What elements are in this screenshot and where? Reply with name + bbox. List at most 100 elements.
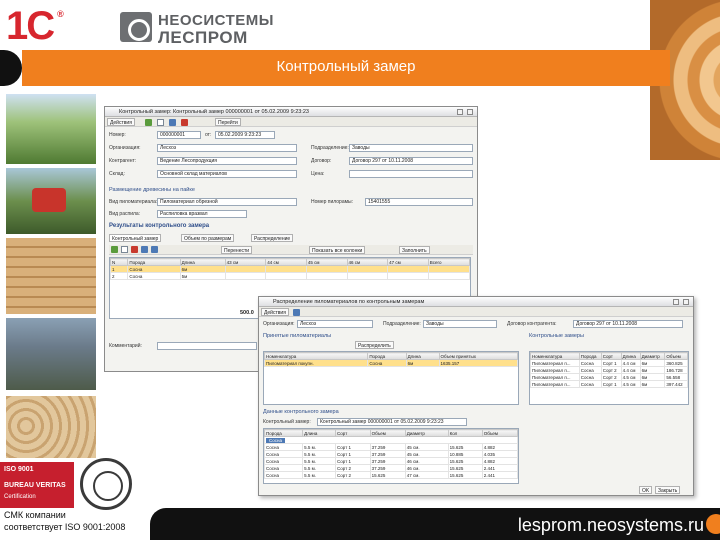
actions-menu[interactable]: Действия: [107, 118, 135, 126]
tab-distribution[interactable]: Распределение: [251, 234, 294, 242]
close-button[interactable]: [683, 299, 689, 305]
col-species[interactable]: Порода: [263, 429, 304, 437]
org-field[interactable]: Лесхоз: [297, 320, 373, 328]
delete-row-icon[interactable]: [131, 246, 138, 253]
col-species[interactable]: Порода: [127, 258, 181, 266]
table-row[interactable]: Пиломатериал покупн. Сосна 6м 1635.157: [263, 359, 519, 367]
col-45[interactable]: 45 см: [305, 258, 348, 266]
bureau-veritas-seal-icon: [80, 458, 132, 510]
date-field[interactable]: 05.02.2009 9:23:23: [215, 131, 275, 139]
copy-row-icon[interactable]: [121, 246, 128, 253]
dept-field[interactable]: Заводы: [423, 320, 497, 328]
tab-control-measure[interactable]: Контрольный замер: [109, 234, 162, 242]
copy-icon[interactable]: [157, 119, 164, 126]
col-total[interactable]: Всего: [427, 258, 471, 266]
move-up-icon[interactable]: [141, 246, 148, 253]
add-row-icon[interactable]: [111, 246, 118, 253]
col-volume[interactable]: Объем: [369, 429, 406, 437]
col-species[interactable]: Порода: [367, 352, 407, 360]
col-46[interactable]: 46 см: [346, 258, 389, 266]
table-row[interactable]: 2 Сосна 5м: [109, 272, 471, 280]
col-diameter[interactable]: Диаметр: [404, 429, 449, 437]
col-species[interactable]: Порода: [578, 352, 602, 360]
org-field[interactable]: Лесхоз: [157, 144, 297, 152]
contract-field[interactable]: Договор 297 от 10.11.2008: [573, 320, 683, 328]
col-length[interactable]: Длина: [179, 258, 226, 266]
warehouse-field[interactable]: Основной склад материалов: [157, 170, 297, 178]
move-button[interactable]: Перенести: [221, 246, 253, 254]
footer-url: lesprom.neosystems.ru: [517, 515, 704, 535]
cell: [224, 272, 267, 280]
cell: 5м: [179, 272, 226, 280]
col-volume[interactable]: Объем принятых: [438, 352, 519, 360]
col-nomenclature[interactable]: Номенклатура: [263, 352, 369, 360]
col-volume[interactable]: Объем: [664, 352, 688, 360]
number-field[interactable]: 000000001: [157, 131, 201, 139]
lumber-stack-photo: [6, 238, 96, 314]
cell: [346, 272, 389, 280]
col-diameter[interactable]: Диаметр: [639, 352, 666, 360]
table-row[interactable]: Пиломатериал п... Сосна Сорт 1 4.4 см 6м 360.…: [530, 359, 688, 367]
table-row[interactable]: Пиломатериал п... Сосна Сорт 2 4.4 см 6м 186.…: [530, 366, 688, 374]
price-field[interactable]: [349, 170, 473, 178]
col-count[interactable]: Кол: [447, 429, 483, 437]
close-button[interactable]: [467, 109, 473, 115]
table-row[interactable]: Сосна 5.5 м. Сорт 1 37.259 46 см. 15.625 4.882: [263, 457, 519, 465]
table-row[interactable]: Сосна 5.5 м. Сорт 1 37.259 45 см. 15.625 4.882: [263, 443, 519, 451]
fill-button[interactable]: Заполнить: [399, 246, 430, 254]
cell: [387, 265, 429, 273]
table-row[interactable]: Сосна 5.5 м. Сорт 2 15.625 47 см. 15.625 2.441: [263, 471, 519, 479]
col-grade[interactable]: Сорт: [335, 429, 371, 437]
comment-field[interactable]: [157, 342, 257, 350]
maximize-button[interactable]: [673, 299, 679, 305]
col-43[interactable]: 43 см: [224, 258, 267, 266]
table-row[interactable]: Сосна 5.5 м. Сорт 1 37.259 45 см. 10.885 4.035: [263, 450, 519, 458]
col-length[interactable]: Длина: [302, 429, 337, 437]
distribute-button[interactable]: Распределить: [355, 341, 394, 349]
contract-field[interactable]: Договор 297 от 10.11.2008: [349, 157, 473, 165]
tab-volume-by-size[interactable]: Объем по размерам: [181, 234, 235, 242]
col-nomenclature[interactable]: Номенклатура: [530, 352, 580, 360]
col-44[interactable]: 44 см: [265, 258, 307, 266]
col-volume-total[interactable]: Объем: [481, 429, 519, 437]
registered-mark: ®: [57, 9, 63, 19]
measure-select[interactable]: Контрольный замер 000000001 от 05.02.200…: [317, 418, 467, 426]
table-row[interactable]: Сосна 5.5 м. Сорт 2 37.259 46 см. 15.625 2.441: [263, 464, 519, 472]
cell: [265, 272, 307, 280]
timber-no-field[interactable]: 15401555: [365, 198, 473, 206]
col-length[interactable]: Длина: [405, 352, 440, 360]
cut-type-field[interactable]: Распиловка вразвал: [157, 210, 247, 218]
contract-label: Договор:: [311, 158, 332, 164]
timber-type-field[interactable]: Пиломатериал обрезной: [157, 198, 297, 206]
col-grade[interactable]: Сорт: [600, 352, 622, 360]
cell: 15.625: [447, 443, 483, 451]
col-47[interactable]: 47 см: [387, 258, 429, 266]
table-row[interactable]: 1 Сосна 6м: [109, 265, 471, 273]
ok-button[interactable]: OK: [639, 486, 653, 494]
move-down-icon[interactable]: [151, 246, 158, 253]
table-row[interactable]: Пиломатериал п... Сосна Сорт 2 4.5 см 6м 56.5…: [530, 373, 688, 381]
cell: 45 см.: [404, 450, 449, 458]
refresh-icon[interactable]: [169, 119, 176, 126]
cell: Сорт 2: [600, 366, 622, 374]
maximize-button[interactable]: [457, 109, 463, 115]
cell: 6м: [179, 265, 226, 273]
table-row[interactable]: Пиломатериал п... Сосна Сорт 1 4.5 см 6м 397.…: [530, 380, 688, 388]
cell: 15.625: [369, 471, 406, 479]
dept-field[interactable]: Заводы: [349, 144, 473, 152]
goto-menu[interactable]: Перейти: [215, 118, 241, 126]
neosystems-logo-icon: [120, 12, 152, 42]
close-dialog-button[interactable]: Закрыть: [655, 486, 681, 494]
group-row[interactable]: Сосна: [264, 436, 518, 444]
delete-icon[interactable]: [181, 119, 188, 126]
col-n[interactable]: N: [109, 258, 129, 266]
col-length[interactable]: Длина: [620, 352, 641, 360]
refresh-icon[interactable]: [293, 309, 300, 316]
cell: 360.825: [664, 359, 688, 367]
cell: [427, 265, 471, 273]
show-all-columns-button[interactable]: Показать все колонки: [309, 246, 366, 254]
actions-menu[interactable]: Действия: [261, 308, 289, 316]
save-icon[interactable]: [145, 119, 152, 126]
counterparty-field[interactable]: Ведение Лесопродукция: [157, 157, 297, 165]
cell: [387, 272, 429, 280]
